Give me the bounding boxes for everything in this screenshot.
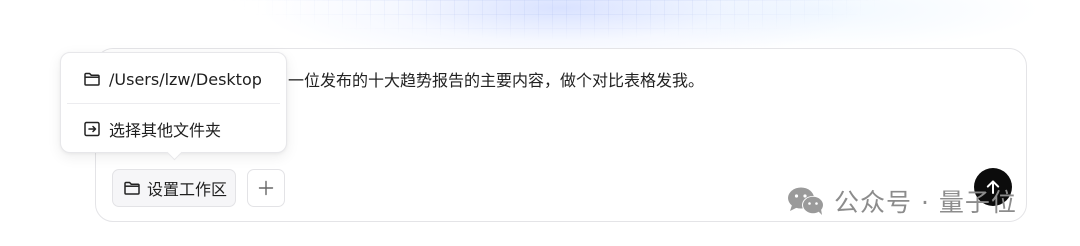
popover-item-label: 选择其他文件夹 bbox=[109, 121, 222, 140]
prompt-input[interactable]: 一位发布的十大趋势报告的主要内容，做个对比表格发我。 bbox=[288, 67, 704, 95]
plus-icon bbox=[257, 179, 275, 197]
folder-icon bbox=[83, 70, 101, 88]
watermark-text: 公众号 · 量子位 bbox=[834, 188, 1017, 217]
popover-item-label: /Users/lzw/Desktop bbox=[109, 69, 262, 89]
background-grid bbox=[230, 0, 890, 52]
popover-item-desktop[interactable]: /Users/lzw/Desktop bbox=[61, 55, 286, 103]
workspace-popover: /Users/lzw/Desktop 选择其他文件夹 bbox=[60, 52, 287, 153]
popover-divider bbox=[67, 103, 280, 104]
folder-icon bbox=[123, 179, 141, 197]
folder-import-icon bbox=[83, 120, 101, 138]
wechat-icon bbox=[786, 185, 826, 217]
set-workspace-button[interactable]: 设置工作区 bbox=[112, 169, 236, 207]
watermark: 公众号 · 量子位 bbox=[786, 183, 1017, 219]
set-workspace-label: 设置工作区 bbox=[147, 180, 228, 199]
add-button[interactable] bbox=[247, 169, 285, 207]
popover-item-choose-folder[interactable]: 选择其他文件夹 bbox=[61, 105, 286, 153]
